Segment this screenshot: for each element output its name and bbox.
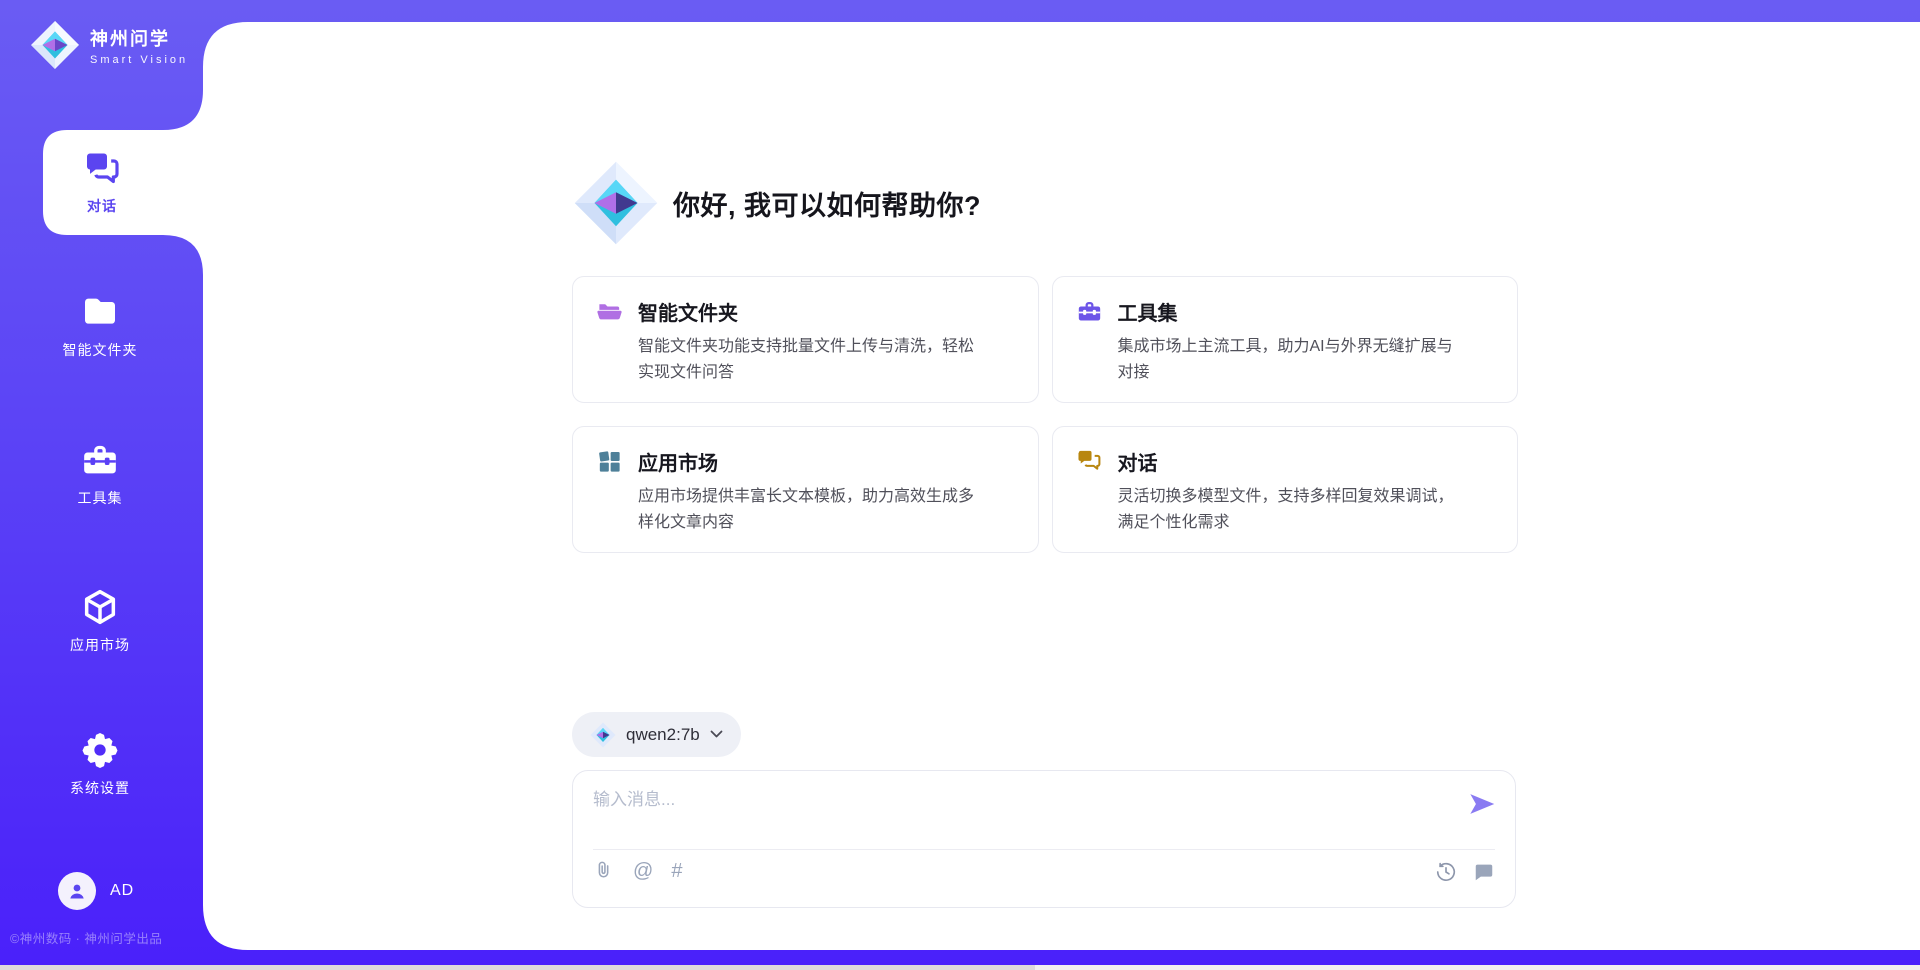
scrollbar-thumb[interactable] [0,965,1035,970]
gear-icon [80,730,120,770]
user-name: AD [110,882,134,900]
folder-icon [80,292,120,332]
card-title: 工具集 [1118,297,1178,326]
card-description: 智能文件夹功能支持批量文件上传与清洗，轻松实现文件问答 [638,334,979,386]
sidebar-item-tools[interactable]: 工具集 [20,440,180,508]
model-name: qwen2:7b [626,725,700,745]
card-app-market[interactable]: 应用市场 应用市场提供丰富长文本模板，助力高效生成多样化文章内容 [572,426,1039,553]
brand-subtitle: Smart Vision [90,54,188,66]
sidebar-item-market[interactable]: 应用市场 [20,587,180,655]
model-selector[interactable]: qwen2:7b [572,712,741,757]
card-description: 应用市场提供丰富长文本模板，助力高效生成多样化文章内容 [638,484,979,536]
feature-cards: 智能文件夹 智能文件夹功能支持批量文件上传与清洗，轻松实现文件问答 工具集 集成… [572,276,1518,553]
card-chat[interactable]: 对话 灵活切换多模型文件，支持多样回复效果调试，满足个性化需求 [1052,426,1519,553]
send-button[interactable] [1468,790,1496,818]
sidebar-item-label: 系统设置 [70,778,130,798]
send-icon [1468,790,1496,818]
model-diamond-icon [590,722,616,748]
card-description: 集成市场上主流工具，助力AI与外界无缝扩展与对接 [1118,334,1459,386]
sidebar-item-chat[interactable]: 对话 [43,130,203,235]
greeting: 你好, 我可以如何帮助你? [573,160,981,246]
comment-button[interactable] [1473,861,1495,883]
folder-open-icon [596,298,623,325]
card-toolset[interactable]: 工具集 集成市场上主流工具，助力AI与外界无缝扩展与对接 [1052,276,1519,403]
horizontal-scrollbar[interactable] [0,965,1920,970]
assistant-diamond-icon [573,160,659,246]
history-button[interactable] [1435,861,1457,883]
sidebar-item-label: 应用市场 [70,635,130,655]
app-window: 神州问学 Smart Vision 对话 智能文件夹 工具集 [0,0,1920,970]
composer-toolbar-right [1435,861,1495,883]
sidebar-item-label: 智能文件夹 [63,340,138,360]
hash-button[interactable]: # [671,859,682,883]
brand-diamond-icon [30,20,80,70]
message-composer: @ # [572,770,1516,908]
chevron-down-icon [710,730,723,739]
briefcase-icon [1076,298,1103,325]
sidebar-item-folders[interactable]: 智能文件夹 [20,292,180,360]
composer-toolbar: @ # [593,859,682,883]
card-title: 对话 [1118,447,1158,476]
brand-logo: 神州问学 Smart Vision [30,20,188,70]
sidebar-item-label: 对话 [87,196,117,216]
chat-icon [82,149,122,189]
cube-icon [80,587,120,627]
comment-icon [1473,861,1495,883]
brand-title: 神州问学 [90,25,188,51]
card-title: 应用市场 [638,447,718,476]
sidebar-item-settings[interactable]: 系统设置 [20,730,180,798]
composer-divider [593,849,1495,850]
attach-button[interactable] [593,859,615,883]
user-icon [65,879,89,903]
card-title: 智能文件夹 [638,297,738,326]
avatar [58,872,96,910]
history-icon [1435,861,1457,883]
card-smart-folder[interactable]: 智能文件夹 智能文件夹功能支持批量文件上传与清洗，轻松实现文件问答 [572,276,1039,403]
message-input[interactable] [593,785,1453,841]
paperclip-icon [593,859,615,883]
mention-button[interactable]: @ [633,859,653,883]
sidebar-item-label: 工具集 [78,488,123,508]
chat-bubbles-icon [1076,448,1103,475]
user-account[interactable]: AD [58,872,134,910]
card-description: 灵活切换多模型文件，支持多样回复效果调试，满足个性化需求 [1118,484,1459,536]
greeting-title: 你好, 我可以如何帮助你? [673,184,981,223]
toolbox-icon [80,440,120,480]
app-grid-icon [596,448,623,475]
copyright-text: ©神州数码 · 神州问学出品 [10,928,162,947]
